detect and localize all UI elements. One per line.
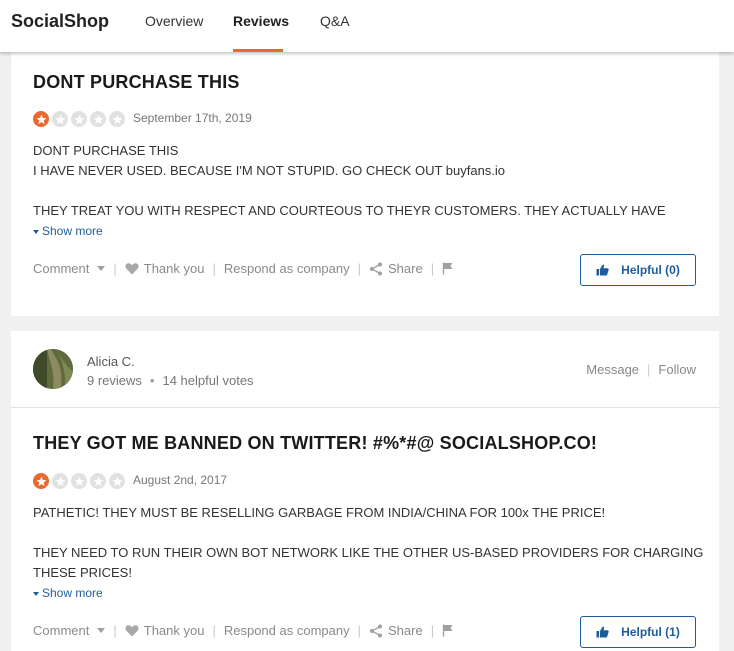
helpful-votes-count: 14 helpful votes bbox=[162, 373, 254, 388]
star-icon bbox=[52, 473, 68, 489]
chevron-down-icon bbox=[97, 628, 106, 633]
flag-icon bbox=[442, 624, 453, 637]
reviewer-name[interactable]: Alicia C. bbox=[87, 354, 135, 369]
thank-you-button[interactable]: Thank you bbox=[125, 261, 205, 276]
show-more-label: Show more bbox=[42, 586, 103, 600]
star-icon bbox=[109, 111, 125, 127]
dot-separator: • bbox=[149, 373, 155, 388]
share-icon bbox=[369, 624, 382, 637]
helpful-button[interactable]: Helpful (1) bbox=[580, 616, 696, 648]
review-card: DONT PURCHASE THIS September 17th, 2019 … bbox=[11, 52, 719, 316]
divider: | bbox=[113, 261, 117, 276]
star-icon bbox=[109, 473, 125, 489]
divider: | bbox=[647, 362, 651, 377]
helpful-label: Helpful (1) bbox=[621, 625, 680, 639]
respond-as-company-button[interactable]: Respond as company bbox=[224, 261, 350, 276]
respond-label: Respond as company bbox=[223, 261, 350, 276]
star-icon bbox=[71, 473, 87, 489]
review-body: DONT PURCHASE THIS I HAVE NEVER USED. BE… bbox=[33, 143, 666, 218]
star-icon bbox=[90, 111, 106, 127]
star-rating bbox=[33, 473, 125, 489]
comment-label: Comment bbox=[33, 261, 90, 276]
tab-qa[interactable]: Q&A bbox=[320, 13, 350, 29]
user-divider bbox=[11, 407, 719, 408]
heart-icon bbox=[125, 625, 139, 637]
star-icon bbox=[52, 111, 68, 127]
active-tab-indicator bbox=[233, 49, 283, 52]
divider: | bbox=[113, 623, 117, 638]
share-button[interactable]: Share bbox=[369, 623, 423, 638]
helpful-button[interactable]: Helpful (0) bbox=[580, 254, 696, 286]
message-button[interactable]: Message bbox=[586, 362, 639, 377]
review-title: THEY GOT ME BANNED ON TWITTER! #%*#@ SOC… bbox=[33, 433, 598, 453]
star-rating bbox=[33, 111, 125, 127]
share-label: Share bbox=[387, 623, 423, 638]
review-title: DONT PURCHASE THIS bbox=[33, 72, 240, 92]
review-count: 9 reviews bbox=[87, 373, 142, 388]
review-card: Alicia C. 9 reviews • 14 helpful votes Mes… bbox=[11, 331, 719, 651]
share-label: Share bbox=[387, 261, 423, 276]
chevron-down-icon bbox=[97, 266, 106, 271]
star-icon bbox=[90, 473, 106, 489]
tab-reviews[interactable]: Reviews bbox=[233, 13, 289, 29]
follow-button[interactable]: Follow bbox=[658, 362, 696, 377]
divider: | bbox=[430, 623, 435, 638]
divider: | bbox=[212, 261, 216, 276]
divider: | bbox=[357, 261, 361, 276]
review-body: PATHETIC! THEY MUST BE RESELLING GARBAGE… bbox=[33, 505, 704, 580]
respond-as-company-button[interactable]: Respond as company bbox=[224, 623, 350, 638]
helpful-label: Helpful (0) bbox=[621, 263, 680, 277]
review-date: September 17th, 2019 bbox=[133, 111, 252, 125]
star-icon bbox=[33, 473, 49, 489]
review-actions: Comment | Thank you | Respond as company… bbox=[33, 261, 459, 276]
star-icon bbox=[71, 111, 87, 127]
show-more-link[interactable]: Show more bbox=[33, 586, 103, 600]
thumbs-up-icon bbox=[596, 626, 609, 638]
comment-button[interactable]: Comment bbox=[33, 261, 106, 276]
top-nav: SocialShop Overview Reviews Q&A bbox=[0, 0, 734, 52]
thank-you-label: Thank you bbox=[143, 261, 205, 276]
show-more-label: Show more bbox=[42, 224, 103, 238]
divider: | bbox=[212, 623, 216, 638]
thank-you-label: Thank you bbox=[143, 623, 205, 638]
user-actions: Message | Follow bbox=[586, 362, 696, 377]
star-icon bbox=[33, 111, 49, 127]
flag-icon bbox=[442, 262, 453, 275]
chevron-down-icon bbox=[33, 591, 39, 596]
share-button[interactable]: Share bbox=[369, 261, 423, 276]
tab-overview[interactable]: Overview bbox=[145, 13, 203, 29]
thumbs-up-icon bbox=[596, 264, 609, 276]
thank-you-button[interactable]: Thank you bbox=[125, 623, 205, 638]
comment-button[interactable]: Comment bbox=[33, 623, 106, 638]
review-actions: Comment | Thank you | Respond as company… bbox=[33, 623, 459, 638]
divider: | bbox=[430, 261, 435, 276]
comment-label: Comment bbox=[33, 623, 90, 638]
review-date: August 2nd, 2017 bbox=[133, 473, 228, 487]
share-icon bbox=[369, 262, 382, 275]
flag-button[interactable] bbox=[442, 624, 459, 637]
avatar[interactable] bbox=[33, 349, 73, 389]
flag-button[interactable] bbox=[442, 262, 459, 275]
chevron-down-icon bbox=[33, 229, 39, 234]
reviewer-stats: 9 reviews • 14 helpful votes bbox=[87, 373, 254, 388]
divider: | bbox=[357, 623, 361, 638]
heart-icon bbox=[125, 263, 139, 275]
avatar-photo bbox=[33, 349, 73, 389]
brand-logo[interactable]: SocialShop bbox=[11, 11, 109, 32]
respond-label: Respond as company bbox=[223, 623, 350, 638]
show-more-link[interactable]: Show more bbox=[33, 224, 103, 238]
